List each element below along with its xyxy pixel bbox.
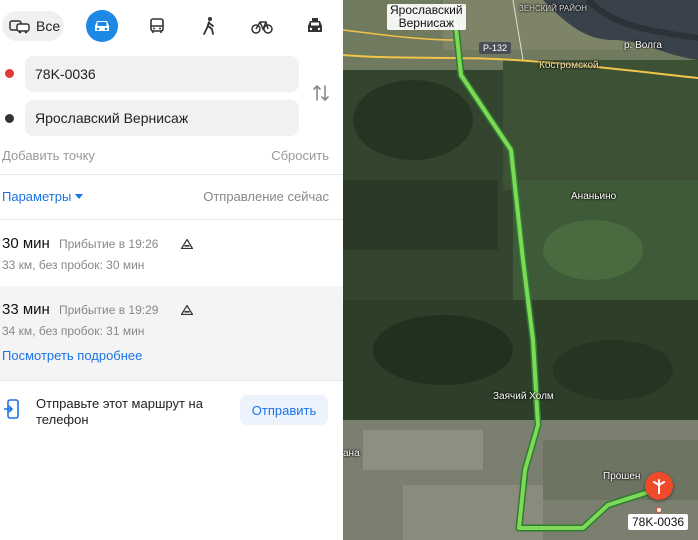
road-number-badge: P-132: [479, 42, 512, 54]
mode-taxi-button[interactable]: [299, 10, 331, 42]
point-actions: Добавить точку Сбросить: [2, 148, 329, 163]
satellite-map: [343, 0, 698, 540]
map-label-village: Прошен: [603, 471, 641, 482]
route-distance: 34 км, без пробок: 31 мин: [2, 324, 145, 338]
destination-field[interactable]: Ярославский Вернисаж: [25, 100, 299, 136]
add-point-link[interactable]: Добавить точку: [2, 148, 95, 163]
map-label-origin[interactable]: Ярославский Вернисаж: [387, 4, 466, 30]
destination-dot-icon: [5, 114, 14, 123]
traffic-warning-icon: [181, 239, 193, 249]
destination-pin[interactable]: [645, 472, 673, 500]
route-panel: Все 78K-0036 Ярославский Вернисаж Добави…: [0, 0, 343, 540]
swap-icon[interactable]: [311, 82, 331, 104]
map-label-river: р. Волга: [624, 40, 662, 51]
destination-label[interactable]: 78K-0036: [628, 514, 689, 530]
mode-bike-button[interactable]: [246, 10, 278, 42]
mode-walk-button[interactable]: [193, 10, 225, 42]
reset-link[interactable]: Сбросить: [271, 148, 329, 163]
map-label-district: ЗЕНСКИЙ РАЙОН: [519, 4, 587, 13]
route-details-link[interactable]: Посмотреть подробнее: [2, 348, 142, 363]
route-option-2[interactable]: 33 мин Прибытие в 19:29 34 км, без пробо…: [0, 286, 343, 380]
walk-icon: [203, 17, 214, 35]
bike-icon: [251, 21, 273, 34]
mode-all-label: Все: [36, 18, 61, 34]
car-bus-icon: [9, 20, 30, 34]
phone-send-icon: [4, 399, 19, 419]
send-button[interactable]: Отправить: [240, 395, 328, 425]
divider: [0, 174, 343, 175]
route-time: 30 мин: [2, 235, 50, 252]
destination-point: [656, 507, 662, 513]
map[interactable]: Ярославский Вернисаж P-132 р. Волга Кост…: [343, 0, 698, 540]
route-arrival: Прибытие в 19:26: [59, 237, 159, 251]
params-label: Параметры: [2, 189, 72, 204]
chevron-down-icon: [75, 193, 84, 199]
map-label-road: Костромской: [539, 60, 599, 71]
mode-car-button[interactable]: [86, 10, 118, 42]
bus-icon: [150, 18, 164, 33]
params-dropdown[interactable]: Параметры: [2, 189, 84, 204]
send-to-phone-text: Отправьте этот маршрут на телефон: [36, 396, 203, 427]
divider: [0, 380, 343, 381]
traffic-warning-icon: [181, 305, 193, 315]
origin-field[interactable]: 78K-0036: [25, 56, 299, 92]
mode-bus-button[interactable]: [141, 10, 173, 42]
map-label-origin-line2: Вернисаж: [398, 16, 454, 30]
transport-modes: Все: [0, 8, 343, 44]
map-label-village: Заячий Холм: [493, 391, 554, 402]
route-distance: 33 км, без пробок: 30 мин: [2, 258, 145, 272]
departure-time[interactable]: Отправление сейчас: [203, 189, 329, 204]
map-label-village: Ананьино: [571, 191, 617, 202]
car-icon: [95, 21, 109, 31]
mode-all-button[interactable]: Все: [2, 11, 64, 41]
route-option-1[interactable]: 30 мин Прибытие в 19:26 33 км, без пробо…: [0, 220, 343, 286]
flag-icon: [653, 479, 665, 494]
route-time: 33 мин: [2, 301, 50, 318]
send-to-phone: Отправьте этот маршрут на телефон Отправ…: [0, 395, 343, 429]
taxi-icon: [308, 18, 322, 32]
map-label-village: ана: [343, 448, 360, 459]
origin-dot-icon: [5, 69, 14, 78]
route-arrival: Прибытие в 19:29: [59, 303, 159, 317]
